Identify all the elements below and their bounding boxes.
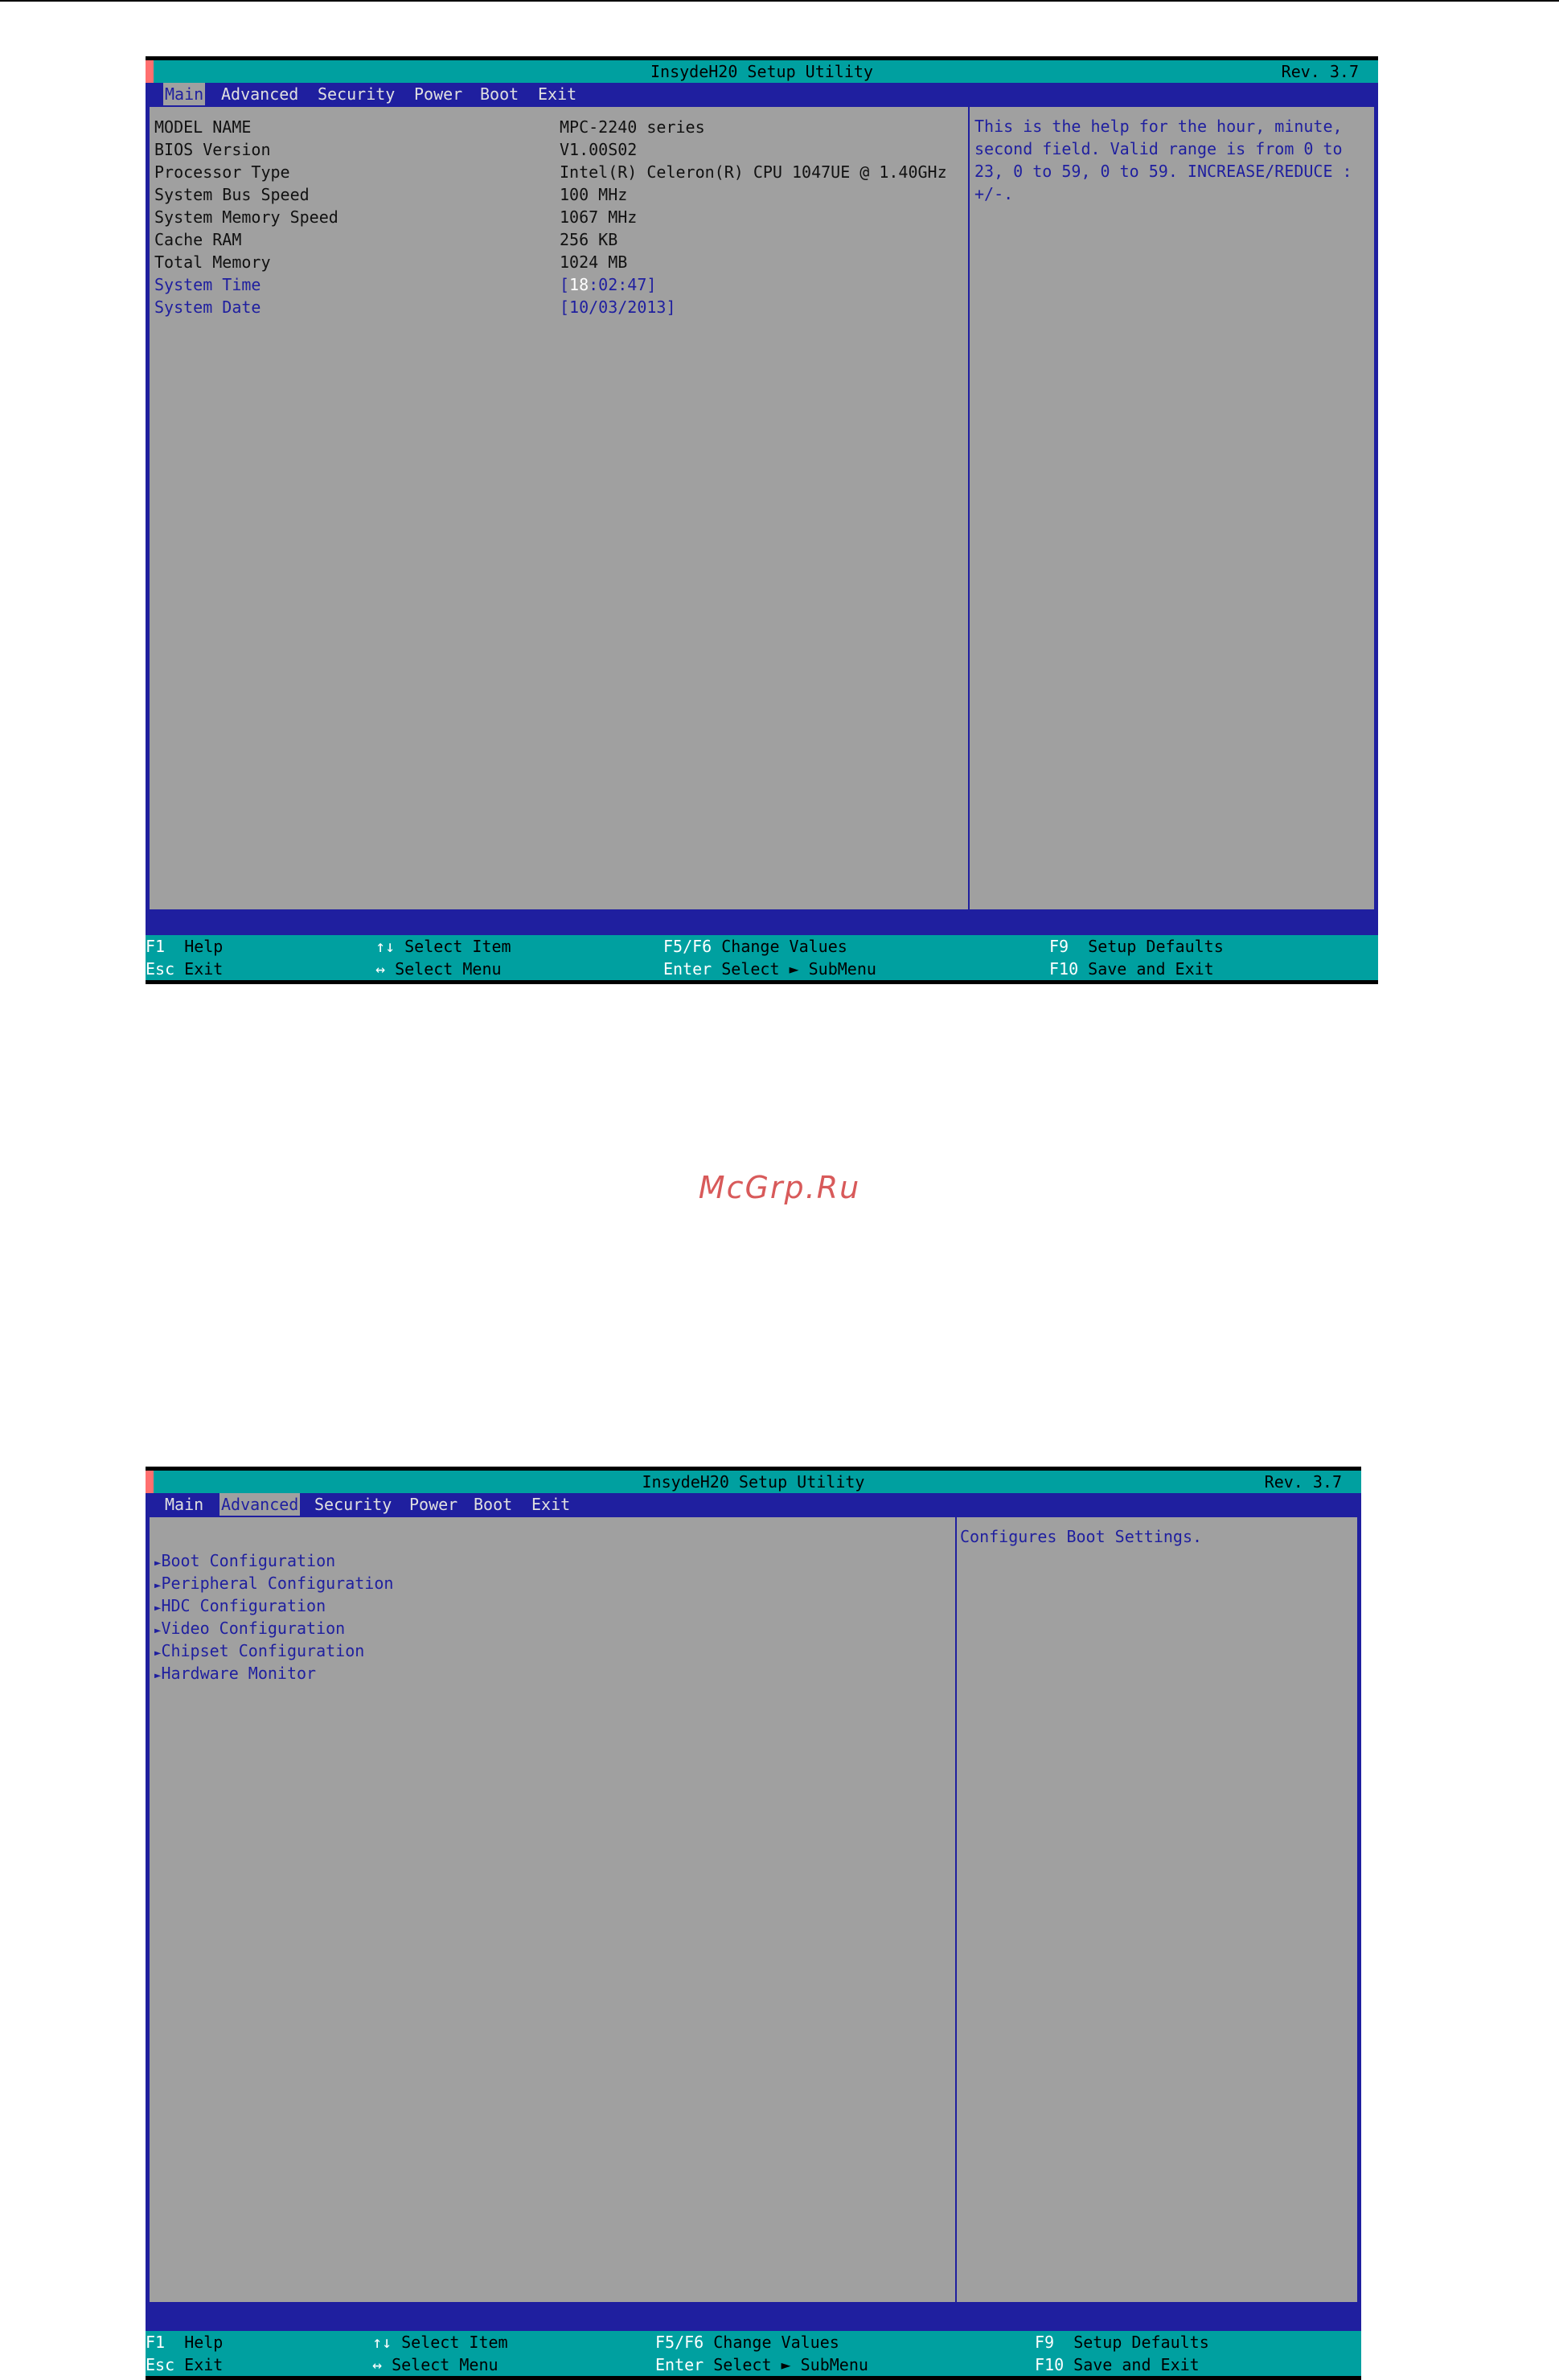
row-label-system-time[interactable]: System Time xyxy=(154,274,261,295)
submenu-video-configuration[interactable]: ►Video Configuration xyxy=(154,1617,345,1642)
tab-boot[interactable]: Boot xyxy=(472,1493,514,1516)
utility-title: InsydeH20 Setup Utility xyxy=(650,62,873,81)
value-processor-type: Intel(R) Celeron(R) CPU 1047UE @ 1.40GHz xyxy=(560,162,947,182)
tab-main[interactable]: Main xyxy=(163,1493,205,1516)
bios-screen-main: InsydeH20 Setup Utility Rev. 3.7 Main Ad… xyxy=(146,56,1378,984)
system-time-open: [ xyxy=(560,275,570,294)
key-setup-defaults: F9 Setup Defaults xyxy=(1035,2333,1209,2352)
value-total-memory: 1024 MB xyxy=(560,252,628,272)
key-save-and-exit: F10 Save and Exit xyxy=(1035,2355,1200,2374)
system-time-rest: :02:47] xyxy=(589,275,657,294)
row-label-system-bus-speed: System Bus Speed xyxy=(154,185,310,204)
revision-label: Rev. 3.7 xyxy=(1281,62,1359,81)
submenu-hdc-configuration[interactable]: ►HDC Configuration xyxy=(154,1594,326,1619)
left-right-arrows-icon: ↔ xyxy=(375,959,386,979)
value-cache-ram: 256 KB xyxy=(560,230,618,249)
help-panel: Configures Boot Settings. xyxy=(955,1516,1359,2304)
tab-security[interactable]: Security xyxy=(313,1493,393,1516)
key-select-item: ↑↓ Select Item xyxy=(375,937,511,956)
submenu-boot-configuration[interactable]: ►Boot Configuration xyxy=(154,1549,335,1574)
row-label-total-memory: Total Memory xyxy=(154,252,271,272)
main-settings-panel: MODEL NAME MPC-2240 series BIOS Version … xyxy=(148,105,970,911)
row-label-cache-ram: Cache RAM xyxy=(154,230,242,249)
tab-advanced[interactable]: Advanced xyxy=(219,1493,301,1516)
key-change-values: F5/F6 Change Values xyxy=(663,937,847,956)
content-area: ►Boot Configuration ►Peripheral Configur… xyxy=(146,1516,1361,2320)
key-select-item: ↑↓ Select Item xyxy=(372,2333,508,2352)
menu-bar: Main Advanced Security Power Boot Exit xyxy=(146,1493,1361,1516)
system-date-field[interactable]: [10/03/2013] xyxy=(560,297,676,318)
title-bar: InsydeH20 Setup Utility Rev. 3.7 xyxy=(146,1471,1361,1493)
submenu-peripheral-configuration[interactable]: ►Peripheral Configuration xyxy=(154,1572,393,1597)
watermark-text: McGrp.Ru xyxy=(698,1170,861,1205)
key-f1: F1 Help xyxy=(146,937,224,956)
tab-advanced[interactable]: Advanced xyxy=(219,83,300,105)
key-esc: Esc Exit xyxy=(146,959,224,979)
tab-power[interactable]: Power xyxy=(408,1493,459,1516)
up-down-arrows-icon: ↑↓ xyxy=(372,2333,392,2352)
help-panel: This is the help for the hour, minute, s… xyxy=(968,105,1376,911)
left-right-arrows-icon: ↔ xyxy=(372,2355,383,2374)
revision-label: Rev. 3.7 xyxy=(1264,1472,1342,1492)
system-time-hour-highlight[interactable]: 18 xyxy=(569,275,589,294)
advanced-menu-panel: ►Boot Configuration ►Peripheral Configur… xyxy=(148,1516,957,2304)
key-legend-footer: F1 Help Esc Exit ↑↓ Select Item ↔ Select… xyxy=(146,2331,1361,2376)
key-select-submenu: Enter Select ► SubMenu xyxy=(663,959,876,979)
key-select-menu: ↔ Select Menu xyxy=(372,2355,498,2374)
submenu-hardware-monitor[interactable]: ►Hardware Monitor xyxy=(154,1662,316,1687)
key-setup-defaults: F9 Setup Defaults xyxy=(1049,937,1224,956)
key-select-submenu: Enter Select ► SubMenu xyxy=(655,2355,868,2374)
bios-screen-advanced-body: InsydeH20 Setup Utility Rev. 3.7 Main Ad… xyxy=(146,1471,1361,2376)
tab-security[interactable]: Security xyxy=(316,83,396,105)
key-save-and-exit: F10 Save and Exit xyxy=(1049,959,1214,979)
tab-power[interactable]: Power xyxy=(412,83,464,105)
help-text: This is the help for the hour, minute, s… xyxy=(974,117,1352,203)
title-bar: InsydeH20 Setup Utility Rev. 3.7 xyxy=(146,60,1378,83)
row-label-bios-version: BIOS Version xyxy=(154,140,271,159)
tab-main[interactable]: Main xyxy=(163,83,206,105)
tab-boot[interactable]: Boot xyxy=(478,83,520,105)
tab-exit[interactable]: Exit xyxy=(536,83,578,105)
key-change-values: F5/F6 Change Values xyxy=(655,2333,839,2352)
help-text: Configures Boot Settings. xyxy=(960,1527,1203,1546)
row-label-processor-type: Processor Type xyxy=(154,162,290,182)
bios-screen-advanced: InsydeH20 Setup Utility Rev. 3.7 Main Ad… xyxy=(146,1467,1361,2380)
row-label-model-name: MODEL NAME xyxy=(154,117,252,137)
content-area: MODEL NAME MPC-2240 series BIOS Version … xyxy=(146,105,1378,935)
key-esc: Esc Exit xyxy=(146,2355,224,2374)
page-top-rule xyxy=(0,0,1559,2)
system-time-field[interactable]: [18:02:47] xyxy=(560,274,656,295)
row-label-system-date[interactable]: System Date xyxy=(154,297,261,318)
up-down-arrows-icon: ↑↓ xyxy=(375,937,396,956)
key-f1: F1 Help xyxy=(146,2333,224,2352)
value-system-memory-speed: 1067 MHz xyxy=(560,207,638,227)
menu-bar: Main Advanced Security Power Boot Exit xyxy=(146,83,1378,105)
tab-exit[interactable]: Exit xyxy=(530,1493,572,1516)
key-select-menu: ↔ Select Menu xyxy=(375,959,502,979)
key-legend-footer: F1 Help Esc Exit ↑↓ Select Item ↔ Select… xyxy=(146,935,1378,980)
utility-title: InsydeH20 Setup Utility xyxy=(642,1472,865,1492)
value-model-name: MPC-2240 series xyxy=(560,117,705,137)
row-label-system-memory-speed: System Memory Speed xyxy=(154,207,338,227)
value-system-bus-speed: 100 MHz xyxy=(560,185,628,204)
bios-screen-main-body: InsydeH20 Setup Utility Rev. 3.7 Main Ad… xyxy=(146,60,1378,980)
value-bios-version: V1.00S02 xyxy=(560,140,638,159)
submenu-chipset-configuration[interactable]: ►Chipset Configuration xyxy=(154,1639,364,1664)
